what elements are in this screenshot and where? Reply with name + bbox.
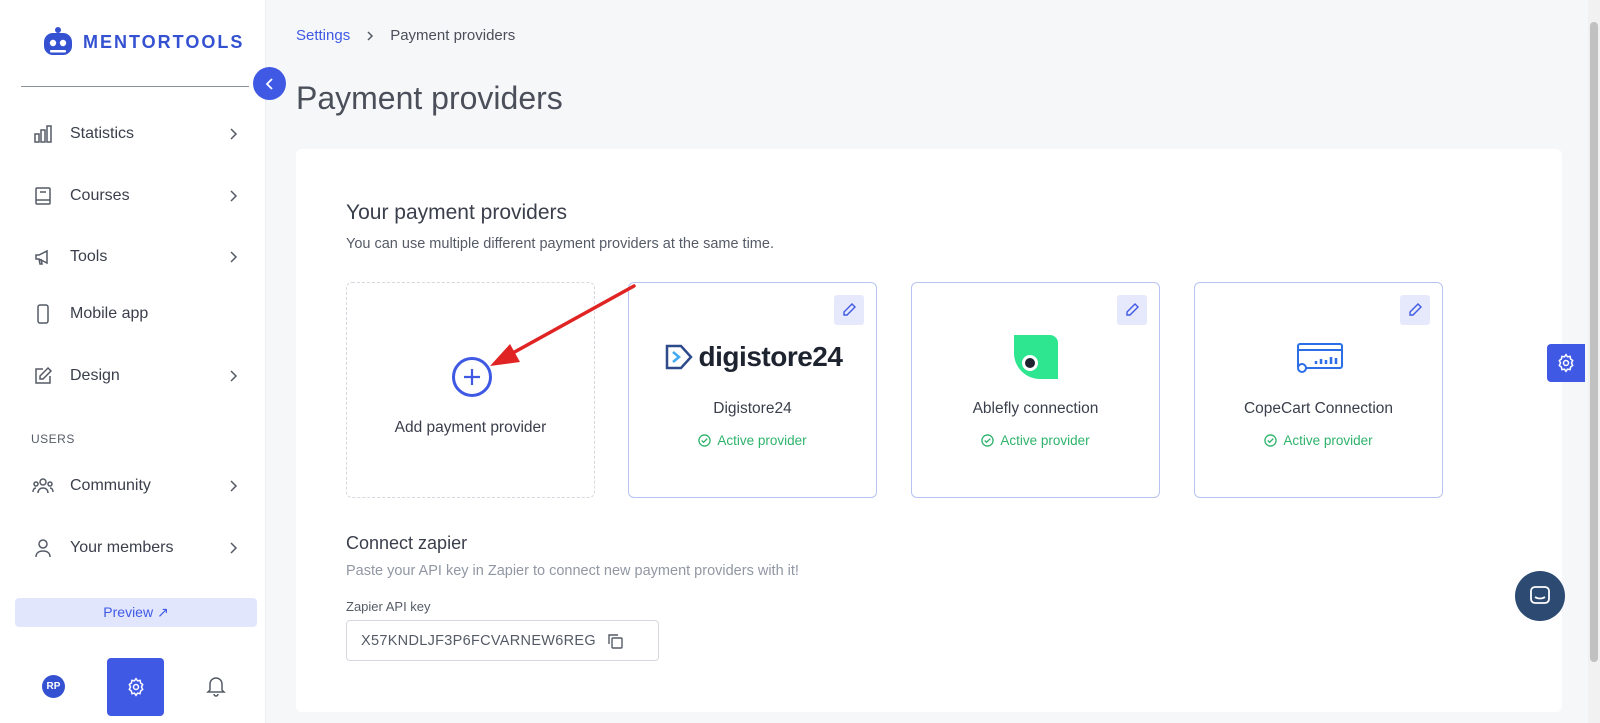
providers-section-title: Your payment providers (346, 201, 568, 224)
phone-icon (31, 302, 55, 326)
sidebar-item-label: Statistics (70, 125, 135, 142)
chevron-right-icon (230, 128, 238, 140)
chat-icon (1530, 586, 1550, 604)
gear-icon (1558, 353, 1574, 373)
breadcrumb: Settings Payment providers (296, 27, 515, 44)
copecart-logo (1195, 327, 1442, 387)
sidebar: MENTORTOOLS Statistics Courses Tools Mob… (0, 0, 266, 723)
notifications-button[interactable] (206, 675, 226, 702)
provider-tile-copecart[interactable]: CopeCart Connection Active provider (1194, 282, 1443, 498)
megaphone-icon (31, 245, 55, 269)
book-icon (31, 184, 55, 208)
providers-card: Your payment providers You can use multi… (296, 149, 1562, 712)
settings-button[interactable] (107, 658, 164, 716)
edit-provider-button[interactable] (834, 295, 864, 325)
provider-tile-ablefly[interactable]: Ablefly connection Active provider (911, 282, 1160, 498)
chat-launcher-button[interactable] (1515, 571, 1565, 621)
copecart-logo-icon (1296, 343, 1343, 373)
provider-status-label: Active provider (1000, 433, 1090, 448)
pencil-icon (1409, 303, 1422, 316)
providers-section-subtitle: You can use multiple different payment p… (346, 236, 774, 252)
provider-status-label: Active provider (1283, 433, 1373, 448)
breadcrumb-current: Payment providers (390, 27, 516, 44)
edit-provider-button[interactable] (1117, 295, 1147, 325)
check-circle-icon (981, 434, 995, 447)
pen-icon (31, 364, 55, 388)
provider-status-label: Active provider (717, 433, 807, 448)
sidebar-item-community[interactable]: Community (31, 468, 241, 504)
ablefly-logo (912, 327, 1159, 387)
sidebar-item-statistics[interactable]: Statistics (31, 116, 241, 152)
people-icon (31, 474, 55, 498)
zapier-section-title: Connect zapier (346, 533, 468, 553)
page-title: Payment providers (296, 80, 563, 116)
sidebar-bottom-bar: RP (0, 655, 266, 723)
digistore24-logo: digistore24 (629, 327, 876, 387)
provider-status: Active provider (629, 433, 876, 448)
sidebar-item-courses[interactable]: Courses (31, 178, 241, 214)
sidebar-item-label: Community (70, 477, 151, 494)
breadcrumb-settings-link[interactable]: Settings (296, 27, 350, 44)
provider-name: CopeCart Connection (1243, 400, 1394, 417)
sidebar-item-your-members[interactable]: Your members (31, 530, 241, 566)
plus-circle-icon (452, 357, 492, 397)
sidebar-item-label: Courses (70, 187, 130, 204)
brand-logo[interactable]: MENTORTOOLS (41, 26, 244, 58)
digistore24-logo-text: digistore24 (698, 341, 843, 372)
chevron-right-icon (230, 190, 238, 202)
zapier-section-subtitle: Paste your API key in Zapier to connect … (346, 563, 799, 579)
provider-tile-digistore24[interactable]: digistore24 Digistore24 Active provider (628, 282, 877, 498)
ablefly-logo-icon (1013, 335, 1058, 379)
pencil-icon (843, 303, 856, 316)
gear-icon (127, 677, 144, 697)
sidebar-item-design[interactable]: Design (31, 358, 241, 394)
check-circle-icon (698, 434, 712, 447)
bell-icon (206, 677, 226, 697)
chevron-right-icon (230, 480, 238, 492)
provider-name: Ablefly connection (972, 400, 1099, 417)
floating-settings-button[interactable] (1547, 344, 1585, 382)
sidebar-item-label: Your members (70, 539, 174, 556)
check-circle-icon (1264, 434, 1278, 447)
provider-name: Digistore24 (713, 400, 792, 417)
scrollbar[interactable] (1588, 0, 1600, 723)
add-payment-provider-tile[interactable]: Add payment provider (346, 282, 595, 498)
chevron-right-icon (230, 370, 238, 382)
bar-chart-icon (31, 122, 55, 146)
add-payment-provider-label: Add payment provider (394, 419, 547, 436)
collapse-sidebar-button[interactable] (253, 67, 286, 100)
sidebar-item-label: Mobile app (70, 305, 149, 322)
preview-button[interactable]: Preview ↗ (15, 598, 257, 627)
sidebar-divider (21, 86, 249, 87)
brand-name: MENTORTOOLS (83, 31, 245, 52)
sidebar-item-label: Design (70, 367, 120, 384)
users-section-label: USERS (31, 432, 75, 446)
chevron-right-icon (364, 30, 376, 42)
edit-provider-button[interactable] (1400, 295, 1430, 325)
sidebar-item-tools[interactable]: Tools (31, 239, 241, 275)
avatar[interactable]: RP (42, 675, 65, 698)
sidebar-item-label: Tools (70, 248, 108, 265)
provider-status: Active provider (912, 433, 1159, 448)
chevron-right-icon (230, 251, 238, 263)
robot-logo-icon (44, 27, 72, 55)
chevron-right-icon (230, 542, 238, 554)
digistore24-logo-icon (665, 344, 693, 370)
zapier-api-key-label: Zapier API key (346, 599, 431, 614)
chevron-left-icon (265, 77, 273, 90)
pencil-icon (1126, 303, 1139, 316)
provider-status: Active provider (1195, 433, 1442, 448)
person-icon (31, 536, 55, 560)
copy-icon[interactable] (606, 632, 624, 650)
zapier-api-key-value: X57KNDLJF3P6FCVARNEW6REG (361, 632, 596, 649)
scrollbar-thumb[interactable] (1590, 22, 1598, 662)
sidebar-item-mobile-app[interactable]: Mobile app (31, 296, 241, 332)
zapier-api-key-field[interactable]: X57KNDLJF3P6FCVARNEW6REG (346, 620, 659, 661)
